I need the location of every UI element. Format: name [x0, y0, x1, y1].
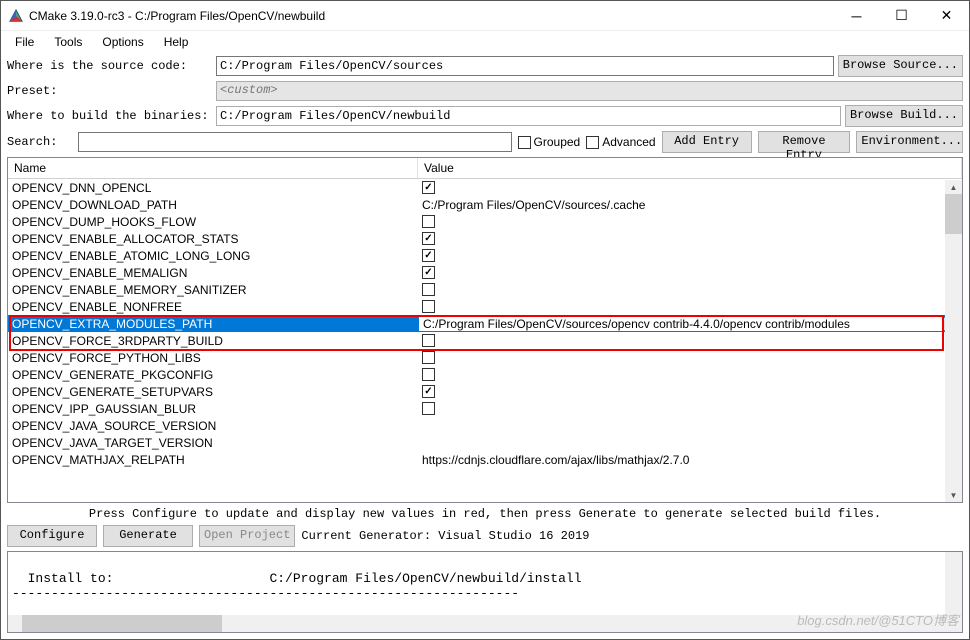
- col-name[interactable]: Name: [8, 158, 418, 178]
- table-row[interactable]: OPENCV_ENABLE_NONFREE: [8, 298, 962, 315]
- output-hscroll[interactable]: [8, 615, 945, 632]
- table-row[interactable]: OPENCV_DNN_OPENCL: [8, 179, 962, 196]
- checkbox-icon[interactable]: [422, 266, 435, 279]
- environment-button[interactable]: Environment...: [856, 131, 963, 153]
- cell-value[interactable]: https://cdnjs.cloudflare.com/ajax/libs/m…: [418, 453, 962, 467]
- cell-name: OPENCV_ENABLE_ATOMIC_LONG_LONG: [8, 249, 418, 263]
- output-vscroll[interactable]: [945, 552, 962, 632]
- search-label: Search:: [7, 135, 72, 149]
- preset-label: Preset:: [7, 84, 212, 98]
- table-row[interactable]: OPENCV_GENERATE_SETUPVARS: [8, 383, 962, 400]
- open-project-button: Open Project: [199, 525, 295, 547]
- cell-name: OPENCV_DUMP_HOOKS_FLOW: [8, 215, 418, 229]
- cell-name: OPENCV_EXTRA_MODULES_PATH: [8, 317, 418, 331]
- cell-name: OPENCV_ENABLE_MEMALIGN: [8, 266, 418, 280]
- table-row[interactable]: OPENCV_FORCE_3RDPARTY_BUILD: [8, 332, 962, 349]
- cell-value[interactable]: [418, 300, 962, 313]
- close-button[interactable]: ✕: [924, 1, 969, 31]
- cell-name: OPENCV_GENERATE_PKGCONFIG: [8, 368, 418, 382]
- advanced-checkbox[interactable]: Advanced: [586, 135, 655, 149]
- search-input[interactable]: [78, 132, 511, 152]
- checkbox-icon[interactable]: [422, 402, 435, 415]
- cell-name: OPENCV_FORCE_3RDPARTY_BUILD: [8, 334, 418, 348]
- table-row[interactable]: OPENCV_JAVA_TARGET_VERSION: [8, 434, 962, 451]
- table-row[interactable]: OPENCV_IPP_GAUSSIAN_BLUR: [8, 400, 962, 417]
- cell-value[interactable]: [418, 283, 962, 296]
- generate-button[interactable]: Generate: [103, 525, 193, 547]
- checkbox-icon[interactable]: [422, 334, 435, 347]
- table-row[interactable]: OPENCV_ENABLE_MEMORY_SANITIZER: [8, 281, 962, 298]
- generator-label: Current Generator: Visual Studio 16 2019: [301, 529, 589, 543]
- preset-combo[interactable]: <custom>: [216, 81, 963, 101]
- table-row[interactable]: OPENCV_EXTRA_MODULES_PATHC:/Program File…: [8, 315, 962, 332]
- table-row[interactable]: OPENCV_DOWNLOAD_PATHC:/Program Files/Ope…: [8, 196, 962, 213]
- cell-value[interactable]: C:/Program Files/OpenCV/sources/opencv c…: [418, 316, 962, 332]
- configure-button[interactable]: Configure: [7, 525, 97, 547]
- menu-tools[interactable]: Tools: [46, 33, 90, 51]
- cell-value[interactable]: [418, 351, 962, 364]
- window-title: CMake 3.19.0-rc3 - C:/Program Files/Open…: [29, 9, 834, 23]
- cell-value[interactable]: [418, 232, 962, 245]
- browse-build-button[interactable]: Browse Build...: [845, 105, 963, 127]
- table-row[interactable]: OPENCV_JAVA_SOURCE_VERSION: [8, 417, 962, 434]
- cell-name: OPENCV_JAVA_TARGET_VERSION: [8, 436, 418, 450]
- minimize-button[interactable]: ─: [834, 1, 879, 31]
- cell-name: OPENCV_DNN_OPENCL: [8, 181, 418, 195]
- cell-name: OPENCV_FORCE_PYTHON_LIBS: [8, 351, 418, 365]
- cell-value[interactable]: [418, 215, 962, 228]
- checkbox-icon[interactable]: [422, 385, 435, 398]
- grouped-checkbox[interactable]: Grouped: [518, 135, 581, 149]
- menu-help[interactable]: Help: [156, 33, 197, 51]
- table-row[interactable]: OPENCV_ENABLE_ATOMIC_LONG_LONG: [8, 247, 962, 264]
- cell-name: OPENCV_ENABLE_NONFREE: [8, 300, 418, 314]
- cache-table: Name Value OPENCV_DNN_OPENCLOPENCV_DOWNL…: [7, 157, 963, 503]
- cell-value[interactable]: [418, 249, 962, 262]
- cell-value[interactable]: [418, 334, 962, 347]
- table-row[interactable]: OPENCV_DUMP_HOOKS_FLOW: [8, 213, 962, 230]
- checkbox-icon[interactable]: [422, 300, 435, 313]
- source-label: Where is the source code:: [7, 59, 212, 73]
- checkbox-icon[interactable]: [422, 181, 435, 194]
- cmake-logo-icon: [9, 9, 23, 23]
- table-scrollbar[interactable]: ▲▼: [945, 180, 962, 502]
- menubar: File Tools Options Help: [1, 31, 969, 53]
- cell-value[interactable]: [418, 402, 962, 415]
- maximize-button[interactable]: ☐: [879, 1, 924, 31]
- hint-text: Press Configure to update and display ne…: [1, 505, 969, 523]
- cell-value[interactable]: [418, 266, 962, 279]
- source-input[interactable]: [216, 56, 834, 76]
- add-entry-button[interactable]: Add Entry: [662, 131, 752, 153]
- cell-name: OPENCV_JAVA_SOURCE_VERSION: [8, 419, 418, 433]
- checkbox-icon[interactable]: [422, 368, 435, 381]
- cell-value[interactable]: [418, 368, 962, 381]
- cell-name: OPENCV_ENABLE_MEMORY_SANITIZER: [8, 283, 418, 297]
- browse-source-button[interactable]: Browse Source...: [838, 55, 963, 77]
- table-row[interactable]: OPENCV_MATHJAX_RELPATHhttps://cdnjs.clou…: [8, 451, 962, 468]
- table-row[interactable]: OPENCV_GENERATE_PKGCONFIG: [8, 366, 962, 383]
- build-label: Where to build the binaries:: [7, 109, 212, 123]
- titlebar: CMake 3.19.0-rc3 - C:/Program Files/Open…: [1, 1, 969, 31]
- output-log[interactable]: Install to: C:/Program Files/OpenCV/newb…: [7, 551, 963, 633]
- menu-options[interactable]: Options: [94, 33, 151, 51]
- checkbox-icon[interactable]: [422, 232, 435, 245]
- col-value[interactable]: Value: [418, 158, 962, 178]
- cell-name: OPENCV_DOWNLOAD_PATH: [8, 198, 418, 212]
- cell-name: OPENCV_IPP_GAUSSIAN_BLUR: [8, 402, 418, 416]
- table-row[interactable]: OPENCV_FORCE_PYTHON_LIBS: [8, 349, 962, 366]
- checkbox-icon[interactable]: [422, 215, 435, 228]
- checkbox-icon[interactable]: [422, 283, 435, 296]
- cell-value[interactable]: [418, 181, 962, 194]
- cell-value[interactable]: C:/Program Files/OpenCV/sources/.cache: [418, 198, 962, 212]
- remove-entry-button[interactable]: Remove Entry: [758, 131, 851, 153]
- build-input[interactable]: [216, 106, 841, 126]
- cell-name: OPENCV_ENABLE_ALLOCATOR_STATS: [8, 232, 418, 246]
- table-row[interactable]: OPENCV_ENABLE_MEMALIGN: [8, 264, 962, 281]
- cell-name: OPENCV_MATHJAX_RELPATH: [8, 453, 418, 467]
- checkbox-icon[interactable]: [422, 351, 435, 364]
- cell-value[interactable]: [418, 385, 962, 398]
- checkbox-icon[interactable]: [422, 249, 435, 262]
- cell-name: OPENCV_GENERATE_SETUPVARS: [8, 385, 418, 399]
- menu-file[interactable]: File: [7, 33, 42, 51]
- table-row[interactable]: OPENCV_ENABLE_ALLOCATOR_STATS: [8, 230, 962, 247]
